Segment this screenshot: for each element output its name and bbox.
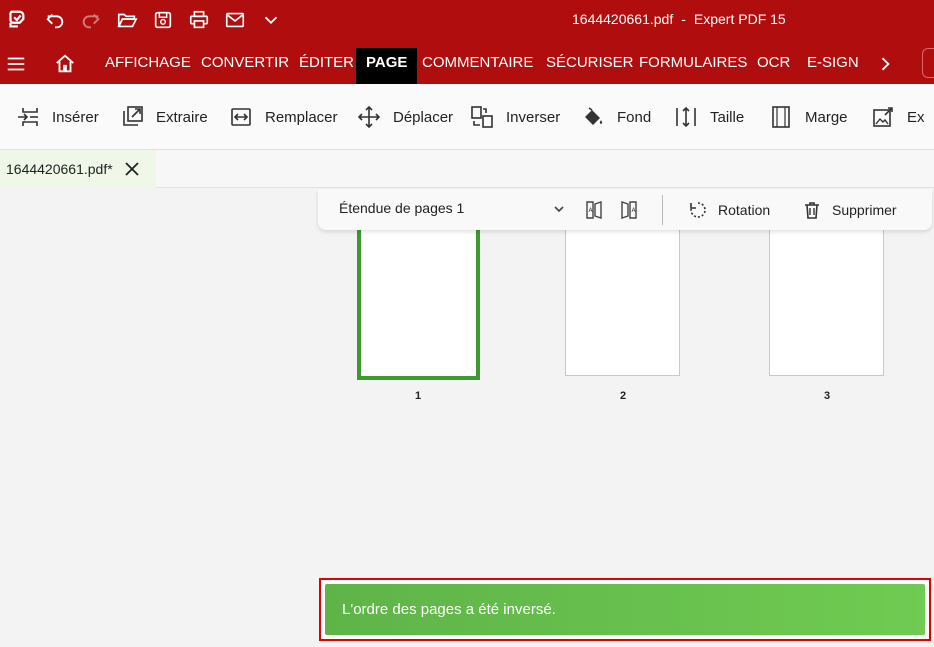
document-tab[interactable]: 1644420661.pdf* xyxy=(0,150,156,188)
insert-label: Insérer xyxy=(52,108,99,126)
extract-label: Extraire xyxy=(156,108,208,126)
title-separator: - xyxy=(681,11,686,27)
replace-button[interactable]: Remplacer xyxy=(229,104,338,130)
reverse-icon xyxy=(471,106,493,128)
export-image-button[interactable]: Ex xyxy=(871,104,925,130)
reverse-button[interactable]: Inverser xyxy=(470,104,560,130)
window-title: 1644420661.pdf - Expert PDF 15 xyxy=(572,11,786,27)
app-logo-icon[interactable] xyxy=(4,8,28,32)
notification-highlight: L'ordre des pages a été inversé. xyxy=(319,578,931,641)
success-toast[interactable]: L'ordre des pages a été inversé. xyxy=(325,584,925,635)
tab-page[interactable]: PAGE xyxy=(356,48,418,84)
tab-ocr[interactable]: OCR xyxy=(757,48,790,84)
app-name: Expert PDF 15 xyxy=(693,11,786,27)
page-thumbnail-2[interactable] xyxy=(565,226,680,376)
tab-commentaire[interactable]: COMMENTAIRE xyxy=(422,48,533,84)
tab-convertir[interactable]: CONVERTIR xyxy=(201,48,289,84)
tab-editer[interactable]: ÉDITER xyxy=(299,48,354,84)
document-tab-label: 1644420661.pdf* xyxy=(6,161,113,177)
rotation-button[interactable]: Rotation xyxy=(688,200,770,220)
replace-label: Remplacer xyxy=(265,108,338,126)
chevron-right-icon[interactable] xyxy=(873,52,897,76)
chevron-down-icon[interactable] xyxy=(552,202,566,216)
size-icon xyxy=(676,106,696,128)
print-icon[interactable] xyxy=(187,8,211,32)
insert-button[interactable]: Insérer xyxy=(16,104,99,130)
undo-icon[interactable] xyxy=(43,8,67,32)
redo-icon[interactable] xyxy=(79,8,103,32)
replace-icon xyxy=(231,108,251,126)
page-number-3: 3 xyxy=(823,390,831,402)
margin-button[interactable]: Marge xyxy=(769,104,848,130)
export-image-icon xyxy=(873,107,893,127)
title-bar: 1644420661.pdf - Expert PDF 15 xyxy=(0,0,934,40)
open-folder-icon[interactable] xyxy=(115,8,139,32)
size-label: Taille xyxy=(710,108,745,126)
insert-icon xyxy=(18,108,38,126)
move-label: Déplacer xyxy=(393,108,454,126)
delete-label: Supprimer xyxy=(832,202,897,218)
ribbon-tabbar: AFFICHAGE CONVERTIR ÉDITER PAGE COMMENTA… xyxy=(0,40,934,84)
page-action-bar: Étendue de pages 1 A A Rotation Supprime… xyxy=(318,189,932,230)
document-tabbar: 1644420661.pdf* xyxy=(0,150,934,188)
move-icon xyxy=(357,105,381,129)
chevron-down-icon[interactable] xyxy=(259,8,283,32)
page-toolbar: Insérer Extraire Remplacer Déplacer Inve… xyxy=(0,84,934,150)
toolbar-divider xyxy=(662,195,663,225)
background-label: Fond xyxy=(617,108,652,126)
page-number-1: 1 xyxy=(414,390,422,402)
size-button[interactable]: Taille xyxy=(674,104,744,130)
margin-label: Marge xyxy=(805,108,848,126)
paint-bucket-icon xyxy=(585,107,603,125)
page-thumbnail-3[interactable] xyxy=(769,226,884,376)
home-icon[interactable] xyxy=(53,52,77,76)
email-icon[interactable] xyxy=(223,8,247,32)
window-filename: 1644420661.pdf xyxy=(572,11,674,27)
ribbon-overflow-button[interactable] xyxy=(922,48,934,78)
margin-icon xyxy=(772,106,790,128)
export-image-label: Ex xyxy=(907,108,925,126)
reverse-label: Inverser xyxy=(506,108,561,126)
page-range-select[interactable]: Étendue de pages 1 xyxy=(339,200,464,216)
move-button[interactable]: Déplacer xyxy=(357,104,453,130)
trash-icon xyxy=(805,202,819,219)
extract-button[interactable]: Extraire xyxy=(120,104,208,130)
tab-securiser[interactable]: SÉCURISER xyxy=(546,48,634,84)
page-number-2: 2 xyxy=(619,390,627,402)
rotate-icon xyxy=(690,202,706,218)
rotate-right-page-icon[interactable]: A xyxy=(618,199,640,221)
close-icon[interactable] xyxy=(122,159,142,179)
tab-esign[interactable]: E-SIGN xyxy=(807,48,859,84)
rotate-left-page-icon[interactable]: A xyxy=(583,199,605,221)
rotation-label: Rotation xyxy=(718,202,771,218)
toast-message: L'ordre des pages a été inversé. xyxy=(342,601,556,618)
save-icon[interactable] xyxy=(151,8,175,32)
tab-formulaires[interactable]: FORMULAIRES xyxy=(639,48,747,84)
background-button[interactable]: Fond xyxy=(581,104,651,130)
delete-button[interactable]: Supprimer xyxy=(802,200,897,220)
tab-affichage[interactable]: AFFICHAGE xyxy=(105,48,191,84)
extract-icon xyxy=(123,106,143,126)
hamburger-menu-icon[interactable] xyxy=(4,52,28,76)
page-thumbnail-1[interactable] xyxy=(357,226,480,380)
